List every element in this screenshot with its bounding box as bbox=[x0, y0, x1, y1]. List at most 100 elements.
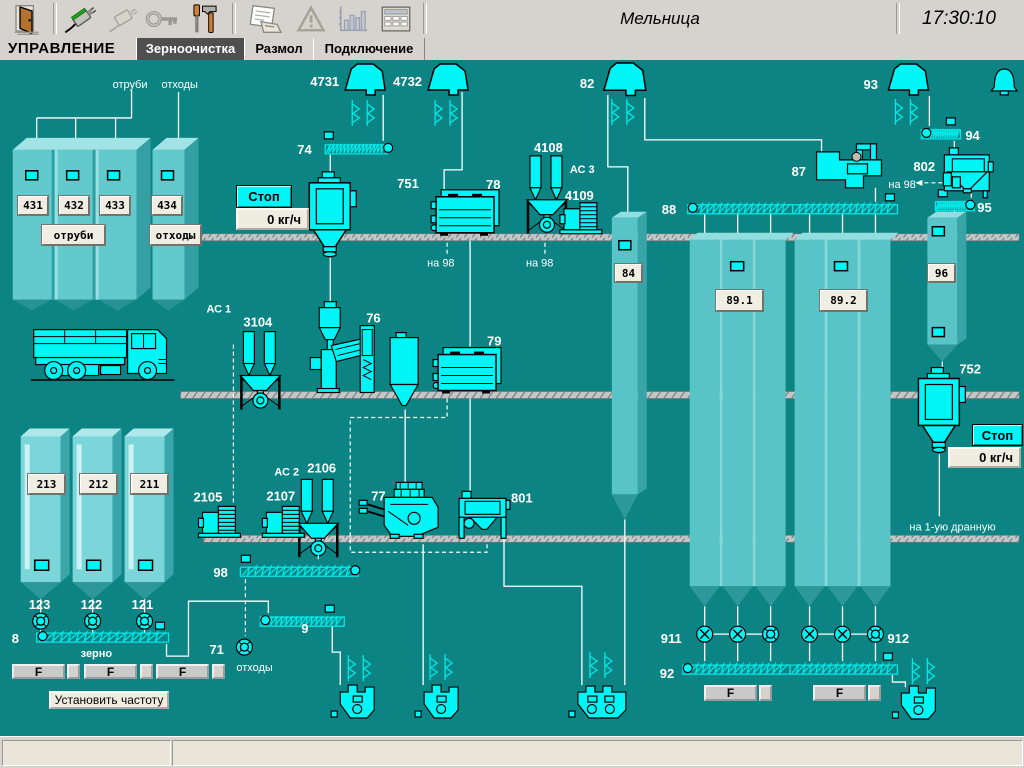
valve-911-2[interactable] bbox=[730, 626, 746, 642]
frequency-button-1[interactable]: F bbox=[12, 664, 65, 679]
svg-text:74: 74 bbox=[297, 142, 312, 157]
discharge-hopper-double[interactable] bbox=[569, 686, 626, 718]
feeder-121[interactable] bbox=[137, 613, 153, 629]
receiver-cyclone-82[interactable] bbox=[604, 63, 646, 96]
svg-text:77: 77 bbox=[371, 488, 385, 503]
svg-text:8: 8 bbox=[12, 631, 19, 646]
valve-911-3[interactable] bbox=[763, 626, 779, 642]
svg-text:3104: 3104 bbox=[243, 315, 273, 330]
tab-grain-cleaning[interactable]: Зерноочистка bbox=[136, 38, 245, 60]
status-panel-right bbox=[172, 740, 1023, 766]
service-tools-icon bbox=[188, 3, 222, 35]
frequency-button-5[interactable]: F bbox=[813, 685, 866, 701]
svg-text:802: 802 bbox=[913, 159, 935, 174]
svg-text:87: 87 bbox=[792, 164, 806, 179]
hopper-scale-751[interactable] bbox=[309, 172, 356, 257]
filter-unit-2106[interactable] bbox=[298, 479, 338, 557]
set-frequency-button[interactable]: Установить частоту bbox=[49, 691, 169, 709]
bin-label-89-2: 89.2 bbox=[820, 290, 867, 311]
tab-connection[interactable]: Подключение bbox=[313, 38, 425, 60]
separator-78[interactable] bbox=[431, 190, 499, 236]
screw-conveyor-92[interactable] bbox=[683, 664, 898, 674]
svg-text:2106: 2106 bbox=[307, 460, 336, 475]
svg-text:92: 92 bbox=[660, 666, 674, 681]
blower-2105[interactable] bbox=[198, 506, 240, 537]
discharge-hopper[interactable] bbox=[892, 686, 935, 719]
disconnect-plug-button[interactable] bbox=[102, 2, 142, 35]
truck bbox=[31, 330, 175, 380]
discharge-hopper[interactable] bbox=[415, 685, 458, 718]
toolbar-separator bbox=[53, 3, 57, 34]
frequency-button-3[interactable]: F bbox=[156, 664, 209, 679]
statistics-chart-button[interactable] bbox=[332, 2, 372, 35]
toolbar-separator bbox=[232, 3, 236, 34]
exit-door-button[interactable] bbox=[6, 2, 50, 35]
service-tools-button[interactable] bbox=[184, 2, 226, 35]
flex-sleeve-icon bbox=[352, 100, 374, 126]
clock: 17:30:10 bbox=[900, 0, 1018, 37]
frequency-button-2[interactable]: F bbox=[84, 664, 137, 679]
svg-text:98: 98 bbox=[213, 565, 227, 580]
bin-label-96: 96 bbox=[928, 264, 955, 282]
bin-label-otrubi: отруби bbox=[42, 225, 105, 245]
blower-2107[interactable] bbox=[262, 506, 304, 537]
svg-text:121: 121 bbox=[132, 597, 154, 612]
feeder-123[interactable] bbox=[33, 613, 49, 629]
settings-panel-button[interactable] bbox=[374, 2, 418, 35]
frequency-aux-button-1[interactable] bbox=[67, 664, 80, 679]
svg-text:АС 1: АС 1 bbox=[206, 304, 231, 316]
alarm-bell-icon[interactable] bbox=[991, 69, 1017, 95]
feeder-71[interactable] bbox=[236, 639, 252, 655]
report-journal-icon bbox=[246, 3, 284, 35]
screw-conveyor-74[interactable] bbox=[325, 144, 387, 154]
status-bar bbox=[0, 737, 1024, 768]
stop-button-751[interactable]: Стоп bbox=[236, 185, 292, 208]
silo-96 bbox=[927, 212, 966, 362]
separator-79[interactable] bbox=[433, 348, 501, 394]
svg-text:9: 9 bbox=[301, 621, 308, 636]
frequency-aux-button-5[interactable] bbox=[868, 685, 881, 701]
screw-conveyor-8[interactable] bbox=[37, 632, 169, 642]
svg-text:4109: 4109 bbox=[565, 188, 594, 203]
disconnect-plug-icon bbox=[105, 4, 139, 34]
bin-label-432: 432 bbox=[59, 196, 89, 215]
valve-911-1[interactable] bbox=[697, 626, 713, 642]
tab-grinding[interactable]: Размол bbox=[244, 38, 314, 60]
machine-801[interactable] bbox=[459, 491, 510, 538]
svg-text:4732: 4732 bbox=[393, 74, 422, 89]
screw-conveyor-88[interactable] bbox=[688, 204, 898, 214]
frequency-aux-button-2[interactable] bbox=[140, 664, 153, 679]
frequency-aux-button-4[interactable] bbox=[759, 685, 772, 701]
svg-text:на 1-ую дранную: на 1-ую дранную bbox=[909, 521, 995, 533]
alarm-warning-button[interactable] bbox=[290, 2, 332, 35]
discharge-hopper[interactable] bbox=[331, 685, 374, 718]
receiver-cyclone-93[interactable] bbox=[888, 64, 928, 95]
report-journal-button[interactable] bbox=[242, 2, 288, 35]
machine-87[interactable] bbox=[817, 144, 882, 188]
valve-912-1[interactable] bbox=[802, 626, 818, 642]
feeder-122[interactable] bbox=[85, 613, 101, 629]
svg-text:отруби: отруби bbox=[113, 79, 148, 91]
valve-912-3[interactable] bbox=[867, 626, 883, 642]
menu-control-label[interactable]: УПРАВЛЕНИЕ bbox=[8, 39, 115, 59]
screw-conveyor-98[interactable] bbox=[240, 566, 358, 576]
receiver-cyclone-4731[interactable] bbox=[345, 64, 385, 95]
connect-plug-button[interactable] bbox=[58, 2, 102, 35]
frequency-button-4[interactable]: F bbox=[704, 685, 757, 701]
stop-button-752[interactable]: Стоп bbox=[972, 424, 1023, 446]
flow-readout-751: 0 кг/ч bbox=[236, 208, 309, 230]
svg-text:АС 3: АС 3 bbox=[570, 164, 595, 176]
svg-text:123: 123 bbox=[29, 597, 51, 612]
frequency-aux-button-3[interactable] bbox=[212, 664, 225, 679]
toolbar: Мельница 17:30:10 bbox=[0, 0, 1024, 39]
access-key-button[interactable] bbox=[142, 2, 182, 35]
level-indicator-431 bbox=[26, 171, 38, 180]
valve-912-2[interactable] bbox=[835, 626, 851, 642]
filter-802[interactable] bbox=[943, 148, 993, 198]
settings-panel-icon bbox=[378, 4, 414, 34]
machine-76[interactable] bbox=[310, 302, 418, 406]
svg-text:АС 2: АС 2 bbox=[274, 466, 299, 478]
svg-text:отходы: отходы bbox=[236, 662, 273, 674]
receiver-cyclone-4732[interactable] bbox=[428, 64, 468, 95]
hopper-scale-752[interactable] bbox=[918, 368, 965, 453]
